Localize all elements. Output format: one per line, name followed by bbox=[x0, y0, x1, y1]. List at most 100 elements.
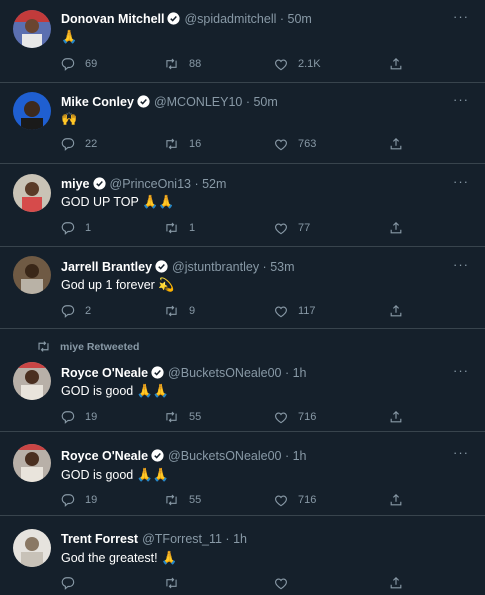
author-name[interactable]: Donovan Mitchell bbox=[61, 12, 164, 26]
like-button[interactable]: 2.1K bbox=[274, 56, 321, 72]
more-icon[interactable]: ··· bbox=[451, 364, 471, 380]
author-name[interactable]: Mike Conley bbox=[61, 95, 134, 109]
author-name[interactable]: Royce O'Neale bbox=[61, 449, 148, 463]
tweet-time[interactable]: 1h bbox=[293, 366, 307, 380]
like-button[interactable]: 77 bbox=[274, 220, 310, 236]
more-icon[interactable]: ··· bbox=[451, 258, 471, 274]
share-button[interactable] bbox=[389, 220, 413, 236]
tweet-time[interactable]: 52m bbox=[202, 177, 226, 191]
retweet-icon bbox=[166, 494, 177, 506]
author-handle[interactable]: @BucketsONeale00 bbox=[168, 449, 281, 463]
heart-icon bbox=[275, 305, 287, 317]
retweet-button[interactable]: 88 bbox=[164, 56, 201, 72]
tweet-actions: 69 88 2.1K bbox=[61, 56, 421, 72]
author-handle[interactable]: @TForrest_11 bbox=[142, 532, 222, 546]
heart-icon bbox=[275, 577, 287, 589]
share-button[interactable] bbox=[389, 56, 413, 72]
reply-icon bbox=[61, 411, 75, 424]
retweet-banner[interactable]: miye Retweeted bbox=[36, 340, 139, 353]
emoji: 🙏🙏 bbox=[136, 467, 170, 482]
timeline-feed: Donovan Mitchell @spidadmitchell · 50m ··… bbox=[0, 0, 485, 595]
avatar[interactable] bbox=[13, 529, 51, 567]
reply-icon bbox=[61, 577, 75, 590]
emoji: 🙏 bbox=[61, 29, 78, 44]
tweet-actions: 22 16 763 bbox=[61, 136, 421, 152]
tweet[interactable]: Trent Forrest @TForrest_11 · 1h God the g… bbox=[0, 516, 485, 595]
heart-icon bbox=[275, 494, 287, 506]
verified-badge-icon bbox=[167, 12, 181, 25]
share-button[interactable] bbox=[389, 409, 413, 425]
tweet-time[interactable]: 53m bbox=[270, 260, 294, 274]
author-name[interactable]: Trent Forrest bbox=[61, 532, 138, 546]
reply-count: 22 bbox=[85, 138, 98, 150]
tweet[interactable]: miye Retweeted Royce O'Neale @BucketsONea… bbox=[0, 329, 485, 432]
avatar[interactable] bbox=[13, 92, 51, 130]
author-handle[interactable]: @spidadmitchell bbox=[184, 12, 276, 26]
reply-button[interactable]: 19 bbox=[61, 492, 97, 508]
reply-icon bbox=[61, 305, 75, 318]
author-name[interactable]: Royce O'Neale bbox=[61, 366, 148, 380]
tweet-header: Royce O'Neale @BucketsONeale00 · 1h bbox=[61, 365, 445, 381]
tweet-time[interactable]: 50m bbox=[288, 12, 312, 26]
retweet-button[interactable]: 9 bbox=[164, 303, 195, 319]
share-button[interactable] bbox=[389, 136, 413, 152]
author-handle[interactable]: @MCONLEY10 bbox=[154, 95, 242, 109]
share-button[interactable] bbox=[389, 575, 413, 591]
author-name[interactable]: Jarrell Brantley bbox=[61, 260, 152, 274]
avatar[interactable] bbox=[13, 256, 51, 294]
retweet-button[interactable]: 55 bbox=[164, 492, 201, 508]
like-button[interactable]: 763 bbox=[274, 136, 316, 152]
retweet-button[interactable]: 55 bbox=[164, 409, 201, 425]
more-icon[interactable]: ··· bbox=[451, 175, 471, 191]
share-icon bbox=[390, 221, 402, 234]
tweet-time[interactable]: 1h bbox=[233, 532, 247, 546]
reply-button[interactable]: 69 bbox=[61, 56, 97, 72]
retweet-button[interactable] bbox=[164, 575, 189, 591]
tweet-time[interactable]: 1h bbox=[293, 449, 307, 463]
heart-icon bbox=[275, 58, 287, 70]
retweet-button[interactable]: 1 bbox=[164, 220, 195, 236]
reply-button[interactable]: 19 bbox=[61, 409, 97, 425]
author-name[interactable]: miye bbox=[61, 177, 90, 191]
author-handle[interactable]: @PrinceOni13 bbox=[110, 177, 191, 191]
emoji: 💫 bbox=[158, 277, 175, 292]
like-count: 2.1K bbox=[298, 58, 321, 70]
more-icon[interactable]: ··· bbox=[451, 10, 471, 26]
avatar[interactable] bbox=[13, 362, 51, 400]
tweet-actions: 2 9 117 bbox=[61, 303, 421, 319]
tweet[interactable]: Jarrell Brantley @jstuntbrantley · 53m ··… bbox=[0, 247, 485, 329]
reply-button[interactable] bbox=[61, 575, 85, 591]
avatar[interactable] bbox=[13, 10, 51, 48]
reply-button[interactable]: 2 bbox=[61, 303, 91, 319]
tweet-header: Trent Forrest @TForrest_11 · 1h bbox=[61, 531, 445, 547]
tweet[interactable]: miye @PrinceOni13 · 52m ··· GOD UP TOP 🙏🙏… bbox=[0, 164, 485, 247]
retweet-count: 16 bbox=[189, 138, 202, 150]
author-handle[interactable]: @BucketsONeale00 bbox=[168, 366, 281, 380]
like-button[interactable]: 716 bbox=[274, 409, 316, 425]
avatar[interactable] bbox=[13, 174, 51, 212]
retweet-count: 9 bbox=[189, 305, 196, 317]
share-button[interactable] bbox=[389, 303, 413, 319]
tweet[interactable]: Donovan Mitchell @spidadmitchell · 50m ··… bbox=[0, 0, 485, 83]
verified-badge-icon bbox=[92, 177, 106, 190]
like-count: 77 bbox=[298, 222, 311, 234]
tweet-time[interactable]: 50m bbox=[253, 95, 277, 109]
share-icon bbox=[390, 576, 402, 589]
retweet-count: 55 bbox=[189, 494, 202, 506]
more-icon[interactable]: ··· bbox=[451, 446, 471, 462]
avatar[interactable] bbox=[13, 444, 51, 482]
tweet[interactable]: Royce O'Neale @BucketsONeale00 · 1h ··· G… bbox=[0, 432, 485, 516]
like-button[interactable]: 117 bbox=[274, 303, 316, 319]
tweet[interactable]: Mike Conley @MCONLEY10 · 50m ··· 🙌 22 16 … bbox=[0, 83, 485, 164]
reply-button[interactable]: 22 bbox=[61, 136, 97, 152]
verified-badge-icon bbox=[151, 449, 164, 462]
like-button[interactable]: 716 bbox=[274, 492, 316, 508]
like-button[interactable] bbox=[274, 575, 298, 591]
retweet-button[interactable]: 16 bbox=[164, 136, 201, 152]
more-icon[interactable]: ··· bbox=[451, 93, 471, 109]
share-button[interactable] bbox=[389, 492, 413, 508]
share-icon bbox=[390, 493, 402, 506]
author-handle[interactable]: @jstuntbrantley bbox=[172, 260, 259, 274]
reply-button[interactable]: 1 bbox=[61, 220, 91, 236]
tweet-text: 🙌 bbox=[61, 111, 77, 127]
